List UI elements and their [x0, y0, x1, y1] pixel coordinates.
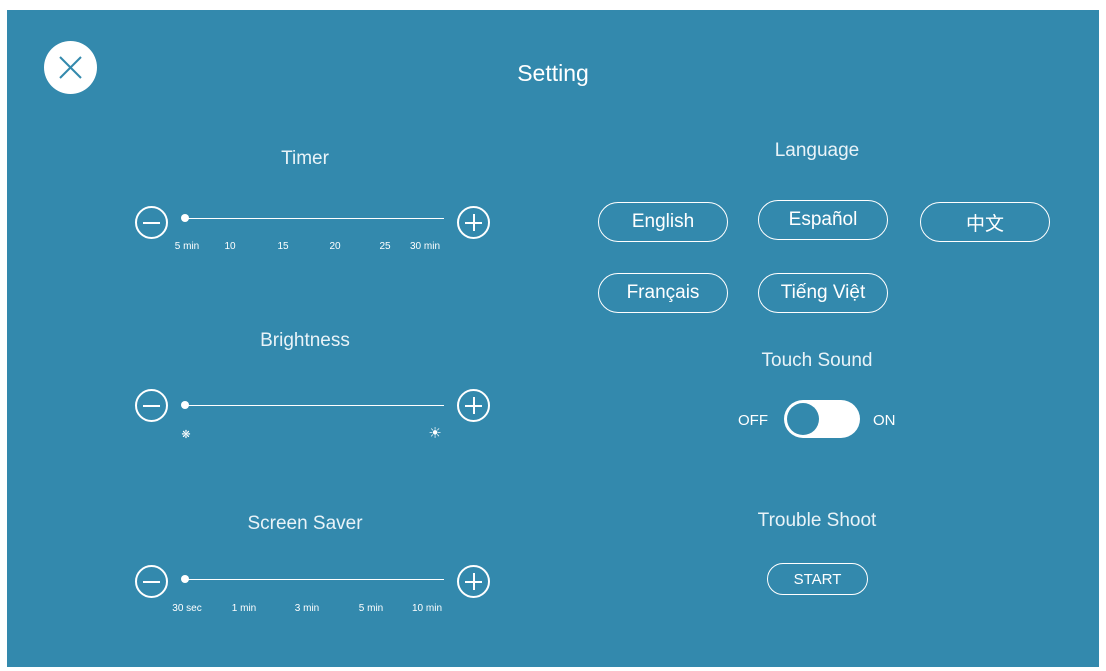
- screen-saver-decrease-button[interactable]: [135, 565, 168, 598]
- toggle-off-label: OFF: [738, 412, 768, 429]
- screen-saver-label: Screen Saver: [247, 513, 363, 534]
- language-option-chinese[interactable]: 中文: [920, 202, 1050, 242]
- timer-tick: 25: [379, 241, 391, 252]
- timer-slider-handle[interactable]: [181, 214, 189, 222]
- screen-saver-tick: 30 sec: [172, 603, 202, 614]
- touch-sound-toggle[interactable]: [784, 400, 860, 438]
- screen-saver-tick: 1 min: [231, 603, 257, 614]
- screen-saver-slider-track[interactable]: [184, 579, 444, 580]
- toggle-thumb: [787, 403, 819, 435]
- language-option-vietnamese[interactable]: Tiếng Việt: [758, 273, 888, 313]
- timer-tick: 5 min: [174, 241, 200, 252]
- brightness-label: Brightness: [260, 330, 350, 351]
- brightness-decrease-button[interactable]: [135, 389, 168, 422]
- timer-tick: 10: [224, 241, 236, 252]
- brightness-increase-button[interactable]: [457, 389, 490, 422]
- timer-tick: 20: [329, 241, 341, 252]
- toggle-on-label: ON: [873, 412, 896, 429]
- timer-increase-button[interactable]: [457, 206, 490, 239]
- timer-tick: 30 min: [409, 241, 441, 252]
- language-option-francais[interactable]: Français: [598, 273, 728, 313]
- timer-label: Timer: [281, 148, 329, 169]
- timer-decrease-button[interactable]: [135, 206, 168, 239]
- dim-sun-icon: ❋: [181, 429, 191, 441]
- screen-saver-tick: 10 min: [411, 603, 443, 614]
- start-button[interactable]: START: [767, 563, 868, 595]
- screen-saver-increase-button[interactable]: [457, 565, 490, 598]
- timer-tick: 15: [277, 241, 289, 252]
- touch-sound-label: Touch Sound: [761, 350, 873, 371]
- bright-sun-icon: ☀: [428, 425, 442, 442]
- brightness-slider-handle[interactable]: [181, 401, 189, 409]
- timer-slider-track[interactable]: [184, 218, 444, 219]
- trouble-shoot-label: Trouble Shoot: [757, 510, 877, 531]
- brightness-slider-track[interactable]: [184, 405, 444, 406]
- page-title: Setting: [517, 60, 589, 86]
- screen-saver-tick: 5 min: [358, 603, 384, 614]
- language-label: Language: [774, 140, 860, 161]
- screen-saver-slider-handle[interactable]: [181, 575, 189, 583]
- language-option-espanol[interactable]: Español: [758, 200, 888, 240]
- language-option-english[interactable]: English: [598, 202, 728, 242]
- screen-saver-tick: 3 min: [294, 603, 320, 614]
